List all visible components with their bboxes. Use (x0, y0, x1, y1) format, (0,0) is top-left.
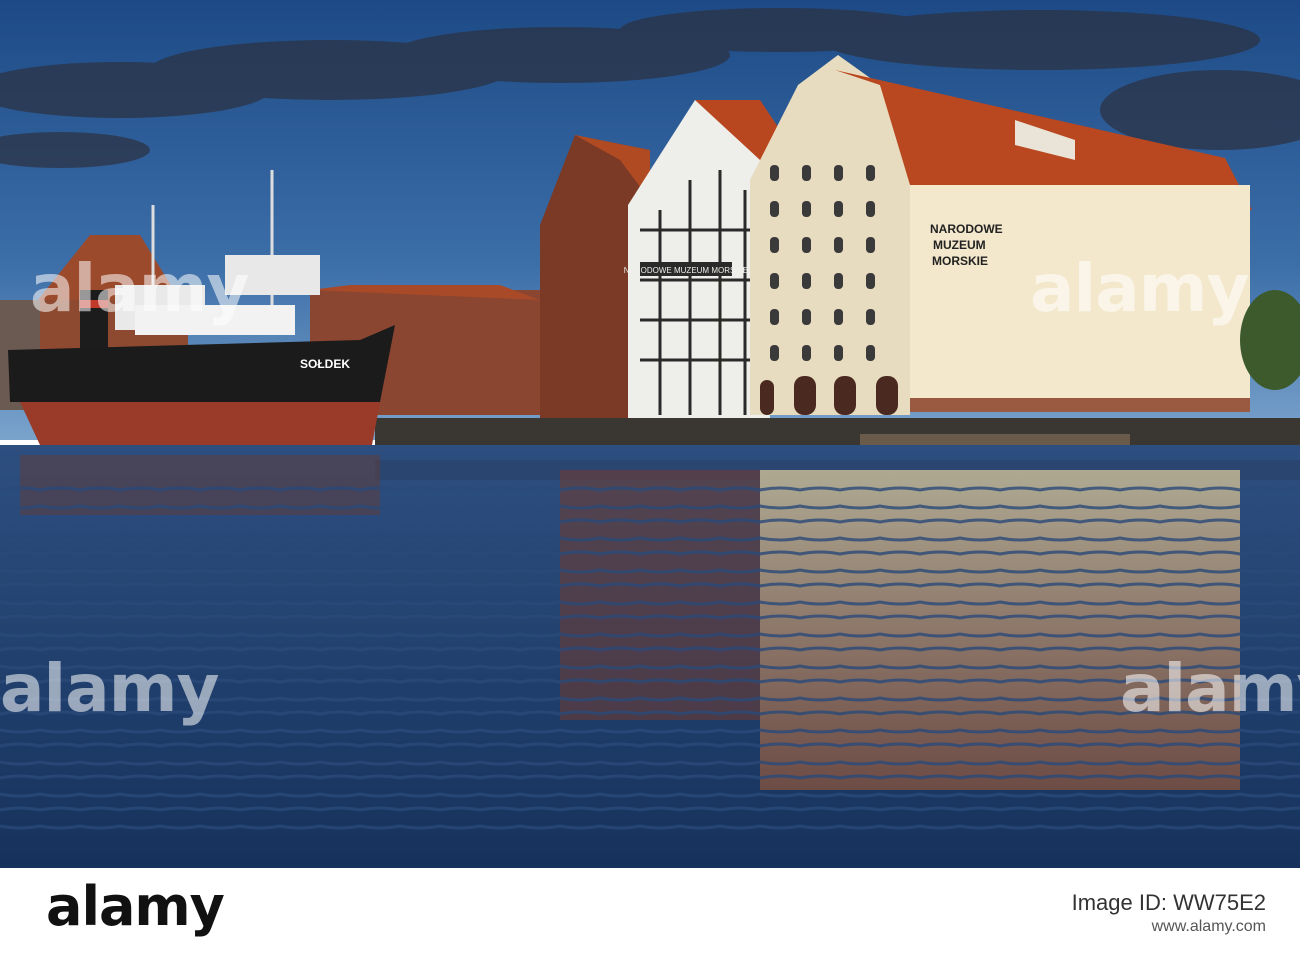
museum-sign-line-1: NARODOWE (930, 222, 1003, 236)
window (770, 345, 779, 361)
window (866, 345, 875, 361)
window (834, 345, 843, 361)
window (802, 309, 811, 325)
window (866, 309, 875, 325)
window (770, 201, 779, 217)
museum-sign-line-2: MUZEUM (933, 238, 986, 252)
window (802, 201, 811, 217)
ship-name: SOŁDEK (300, 357, 350, 371)
alamy-url: www.alamy.com (1151, 918, 1266, 935)
window (802, 165, 811, 181)
window (834, 237, 843, 253)
window (770, 309, 779, 325)
image-id: Image ID: WW75E2 (1071, 890, 1266, 915)
window (866, 237, 875, 253)
footer-bar: alamy Image ID: WW75E2 www.alamy.com (0, 868, 1300, 956)
window (834, 201, 843, 217)
window (770, 273, 779, 289)
window (770, 237, 779, 253)
window (802, 273, 811, 289)
museum-sign-line-3: MORSKIE (932, 254, 988, 268)
harbor-scene: NARODOWE MUZEUM MORSKIE NARODOWE MUZEUM … (0, 0, 1300, 868)
window (834, 165, 843, 181)
window (802, 345, 811, 361)
alamy-logo: alamy (46, 875, 225, 938)
window (866, 165, 875, 181)
facade-sign: NARODOWE MUZEUM MORSKIE (624, 266, 748, 275)
window (834, 273, 843, 289)
window (834, 309, 843, 325)
window (866, 201, 875, 217)
window (802, 237, 811, 253)
photo: NARODOWE MUZEUM MORSKIE NARODOWE MUZEUM … (0, 0, 1300, 868)
window (866, 273, 875, 289)
window (770, 165, 779, 181)
